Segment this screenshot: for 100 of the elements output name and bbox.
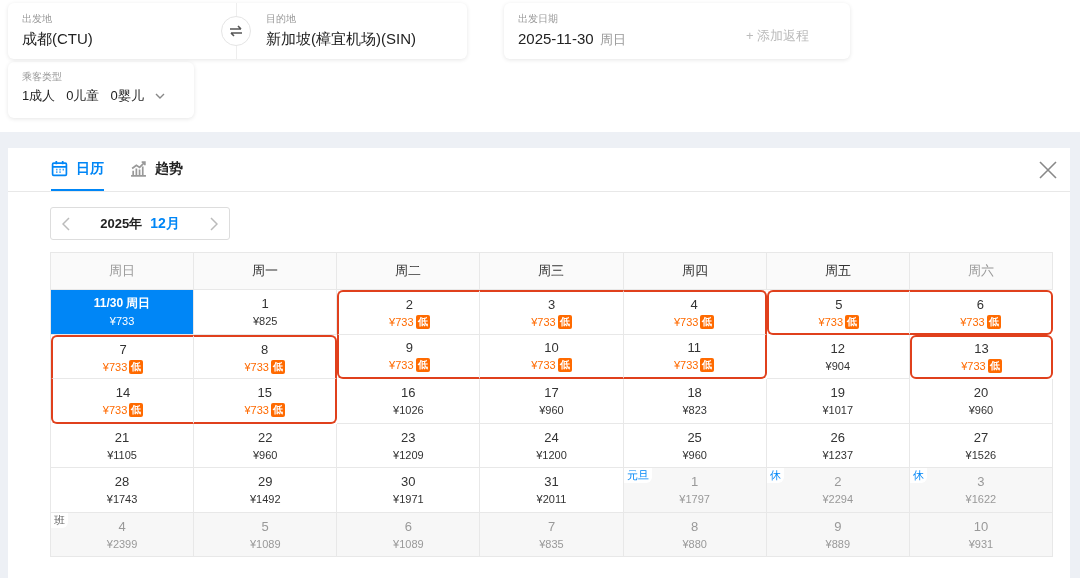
price: ¥1526 bbox=[965, 447, 997, 462]
calendar-day[interactable]: 29 ¥1492 bbox=[194, 468, 338, 513]
calendar-day[interactable]: 24 ¥1200 bbox=[480, 423, 624, 468]
low-price-badge: 低 bbox=[415, 358, 430, 373]
day-number: 29 bbox=[257, 473, 273, 491]
calendar-day[interactable]: 6 ¥733 低 bbox=[909, 290, 1053, 335]
day-number: 3 bbox=[547, 296, 556, 314]
day-number: 23 bbox=[401, 428, 416, 446]
day-number: 20 bbox=[973, 384, 989, 402]
price: ¥733 bbox=[531, 358, 556, 373]
day-number: 8 bbox=[691, 517, 699, 535]
day-number: 26 bbox=[830, 428, 845, 446]
weekday-header: 周二 bbox=[395, 262, 422, 281]
calendar-day[interactable]: 9 ¥733 低 bbox=[337, 334, 481, 379]
calendar-day[interactable]: 3 ¥733 低 bbox=[480, 290, 624, 335]
price: ¥733 bbox=[531, 315, 556, 330]
calendar-day[interactable]: 班 4 ¥2399 bbox=[51, 512, 195, 557]
calendar-day[interactable]: 14 ¥733 低 bbox=[51, 379, 195, 424]
calendar-day[interactable]: 15 ¥733 低 bbox=[194, 379, 338, 424]
passenger-count: 1成人 bbox=[22, 87, 56, 105]
calendar-day[interactable]: 17 ¥960 bbox=[480, 379, 624, 424]
calendar-day[interactable]: 26 ¥1237 bbox=[766, 423, 910, 468]
chevron-right-icon[interactable] bbox=[210, 216, 218, 231]
calendar-day[interactable]: 27 ¥1526 bbox=[909, 423, 1053, 468]
day-number: 2 bbox=[834, 473, 842, 491]
calendar-day[interactable]: 25 ¥960 bbox=[623, 423, 767, 468]
weekday-header: 周四 bbox=[681, 262, 708, 281]
low-price-badge: 低 bbox=[415, 315, 430, 330]
passenger-count: 0儿童 bbox=[66, 87, 100, 105]
price: ¥960 bbox=[252, 447, 278, 462]
price: ¥960 bbox=[539, 403, 564, 418]
day-number: 1 bbox=[261, 295, 269, 313]
calendar-day[interactable]: 休 3 ¥1622 bbox=[909, 468, 1053, 513]
calendar-day[interactable]: 16 ¥1026 bbox=[337, 379, 481, 424]
chart-icon bbox=[130, 159, 147, 177]
low-price-badge: 低 bbox=[987, 359, 1002, 374]
calendar-day[interactable]: 11/30 周日 ¥733 bbox=[51, 290, 195, 335]
origin-field[interactable]: 成都(CTU) bbox=[22, 28, 93, 50]
calendar-day[interactable]: 23 ¥1209 bbox=[337, 423, 481, 468]
price: ¥825 bbox=[252, 314, 278, 329]
weekday-header: 周六 bbox=[967, 262, 994, 281]
price: ¥733 bbox=[673, 315, 699, 330]
day-number: 22 bbox=[257, 428, 273, 446]
destination-field[interactable]: 新加坡(樟宜机场)(SIN) bbox=[266, 28, 416, 50]
calendar-day[interactable]: 5 ¥733 低 bbox=[766, 290, 910, 335]
low-price-badge: 低 bbox=[700, 358, 715, 373]
price: ¥1089 bbox=[249, 536, 281, 551]
calendar-day[interactable]: 11 ¥733 低 bbox=[623, 334, 767, 379]
calendar-day[interactable]: 30 ¥1971 bbox=[337, 468, 481, 513]
calendar-day[interactable]: 10 ¥733 低 bbox=[480, 334, 624, 379]
calendar-day[interactable]: 元旦 1 ¥1797 bbox=[623, 468, 767, 513]
swap-button[interactable] bbox=[221, 16, 251, 46]
calendar-day[interactable]: 20 ¥960 bbox=[909, 379, 1053, 424]
price: ¥1026 bbox=[393, 403, 424, 418]
day-number: 15 bbox=[257, 383, 272, 401]
day-number: 14 bbox=[115, 383, 131, 401]
price: ¥960 bbox=[682, 447, 707, 462]
calendar-day[interactable]: 21 ¥1105 bbox=[51, 423, 195, 468]
day-number: 17 bbox=[544, 384, 559, 402]
price: ¥1743 bbox=[106, 492, 138, 507]
day-number: 13 bbox=[974, 340, 989, 358]
calendar-day[interactable]: 13 ¥733 低 bbox=[909, 334, 1053, 379]
calendar-day[interactable]: 18 ¥823 bbox=[623, 379, 767, 424]
calendar-day[interactable]: 31 ¥2011 bbox=[480, 468, 624, 513]
day-number: 27 bbox=[973, 428, 989, 446]
tab[interactable]: 日历 bbox=[51, 147, 104, 191]
price: ¥2294 bbox=[822, 492, 854, 507]
calendar-day[interactable]: 4 ¥733 低 bbox=[623, 290, 767, 335]
calendar-day[interactable]: 28 ¥1743 bbox=[51, 468, 195, 513]
date-card[interactable]: 出发日期 2025-11-30 周日 + 添加返程 bbox=[504, 3, 850, 59]
low-price-badge: 低 bbox=[270, 402, 285, 417]
calendar-day[interactable]: 2 ¥733 低 bbox=[337, 290, 481, 335]
calendar-day[interactable]: 8 ¥733 低 bbox=[194, 334, 338, 379]
price: ¥733 bbox=[102, 359, 128, 374]
price: ¥1971 bbox=[393, 492, 424, 507]
weekday-header: 周一 bbox=[252, 262, 279, 281]
day-number: 10 bbox=[973, 517, 989, 535]
calendar-day[interactable]: 22 ¥960 bbox=[194, 423, 338, 468]
calendar-day[interactable]: 19 ¥1017 bbox=[766, 379, 910, 424]
day-number: 4 bbox=[690, 296, 698, 314]
year-label: 2025年 bbox=[100, 215, 143, 233]
calendar-day[interactable]: 休 2 ¥2294 bbox=[766, 468, 910, 513]
day-number: 6 bbox=[976, 295, 985, 313]
price: ¥1089 bbox=[393, 536, 424, 551]
close-button[interactable] bbox=[1038, 160, 1058, 180]
day-number: 1 bbox=[691, 473, 699, 491]
field-label: 出发地 bbox=[22, 12, 53, 26]
price: ¥823 bbox=[682, 403, 707, 418]
chevron-left-icon[interactable] bbox=[62, 216, 70, 231]
month-label: 12月 bbox=[150, 214, 180, 233]
tab[interactable]: 趋势 bbox=[130, 147, 183, 191]
price: ¥1797 bbox=[679, 492, 710, 507]
holiday-tag: 元旦 bbox=[623, 468, 652, 483]
calendar-day[interactable]: 1 ¥825 bbox=[194, 290, 338, 335]
calendar-day[interactable]: 7 ¥733 低 bbox=[51, 334, 195, 379]
price: ¥1200 bbox=[536, 447, 567, 462]
low-price-badge: 低 bbox=[129, 402, 144, 417]
day-number: 12 bbox=[830, 339, 845, 357]
passenger-card[interactable]: 乘客类型 1成人 0儿童 0婴儿 bbox=[8, 62, 194, 118]
calendar-day[interactable]: 12 ¥904 bbox=[766, 334, 910, 379]
